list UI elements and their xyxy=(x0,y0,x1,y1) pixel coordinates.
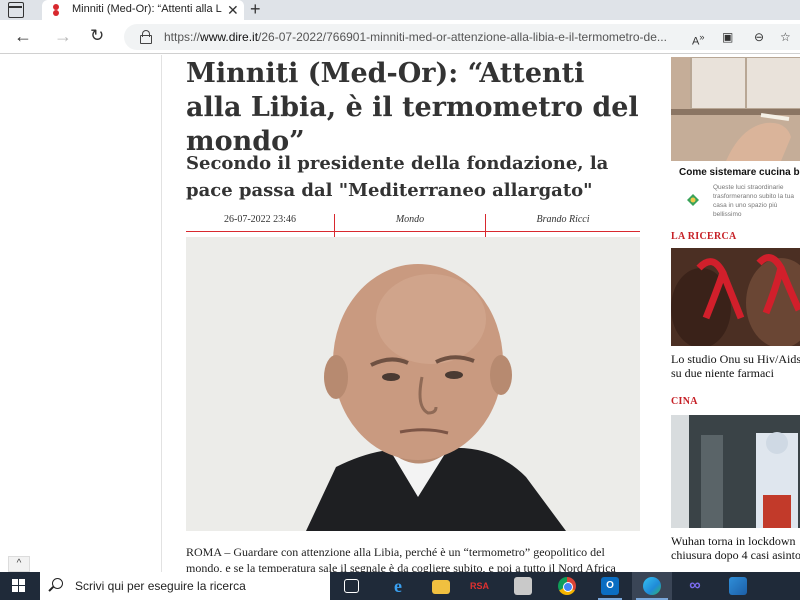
article-date: 26-07-2022 23:46 xyxy=(224,214,296,225)
windows-start-icon[interactable] xyxy=(12,579,26,593)
sidebar-article-title-line: Lo studio Onu su Hiv/Aids xyxy=(671,352,800,366)
article-hero-photo xyxy=(186,237,640,531)
lock-icon[interactable] xyxy=(140,30,152,44)
kitchen-cabinet-illustration xyxy=(671,57,800,161)
article-author[interactable]: Brando Ricci xyxy=(486,214,640,225)
back-arrow-icon[interactable]: ← xyxy=(14,25,32,47)
windows-taskbar: Scrivi qui per eseguire la ricerca e RSA… xyxy=(0,572,800,600)
sidebar-article-title[interactable]: Lo studio Onu su Hiv/Aids su due niente … xyxy=(671,352,800,380)
article-body: ROMA – Guardare con attenzione alla Libi… xyxy=(186,544,640,572)
tab-actions-icon[interactable] xyxy=(8,2,24,18)
forward-arrow-icon[interactable]: → xyxy=(54,25,72,47)
tab-bar: Minniti (Med-Or): “Attenti alla Lil ✕ + xyxy=(0,0,800,20)
windows-logo-pane xyxy=(19,586,25,592)
sidebar-section-label[interactable]: CINA xyxy=(671,396,698,407)
sidebar-article-title-line: su due niente farmaci xyxy=(671,366,774,380)
article-headline: Minniti (Med-Or): “Attenti alla Libia, è… xyxy=(186,58,639,157)
hazmat-workers-illustration xyxy=(671,415,800,528)
search-icon xyxy=(52,578,63,589)
page-column-divider xyxy=(161,55,162,572)
sidebar-article-title-line: chiusura dopo 4 casi asintomatici xyxy=(671,548,800,562)
portrait-illustration xyxy=(186,237,640,531)
windows-logo-pane xyxy=(12,579,18,585)
article-body-line: mondo, e se la temperatura sale il segna… xyxy=(186,561,616,572)
internet-explorer-icon[interactable]: e xyxy=(389,577,407,595)
article-body-line: ROMA – Guardare con attenzione alla Libi… xyxy=(186,545,605,559)
ad-brand-logo-icon xyxy=(687,194,699,206)
chrome-icon[interactable] xyxy=(558,577,576,595)
taskbar-search-placeholder: Scrivi qui per eseguire la ricerca xyxy=(75,579,246,593)
address-bar[interactable]: https://www.dire.it/26-07-2022/766901-mi… xyxy=(124,24,800,50)
rsa-app-icon[interactable]: RSA xyxy=(470,577,494,595)
photos-app-icon[interactable] xyxy=(729,577,747,595)
new-tab-button[interactable]: + xyxy=(250,0,261,18)
ad-text: Queste luci straordinarie trasformeranno… xyxy=(713,184,794,218)
right-sidebar: Come sistemare cucina buia Queste luci s… xyxy=(671,55,800,572)
sidebar-article-title[interactable]: Wuhan torna in lockdown chiusura dopo 4 … xyxy=(671,534,800,562)
tab-title: Minniti (Med-Or): “Attenti alla Lil xyxy=(72,3,222,15)
ad-title[interactable]: Come sistemare cucina buia xyxy=(679,167,800,178)
ad-image[interactable] xyxy=(671,57,800,161)
url-text[interactable]: https://www.dire.it/26-07-2022/766901-mi… xyxy=(164,30,684,44)
loop-app-icon[interactable]: ∞ xyxy=(686,577,704,595)
url-prefix: https:// xyxy=(164,30,201,44)
navigation-bar: ← → ↻ https://www.dire.it/26-07-2022/766… xyxy=(0,20,800,54)
remote-desktop-icon[interactable] xyxy=(514,577,532,595)
article-meta-bar: 26-07-2022 23:46 Mondo Brando Ricci xyxy=(186,208,640,238)
windows-logo-pane xyxy=(19,579,25,585)
file-explorer-icon[interactable] xyxy=(432,580,450,594)
close-tab-icon[interactable]: ✕ xyxy=(227,2,239,18)
taskbar-search-box[interactable]: Scrivi qui per eseguire la ricerca xyxy=(40,572,330,600)
favorites-icon[interactable]: ☆ xyxy=(780,28,791,46)
sidebar-article-image[interactable] xyxy=(671,415,800,528)
sidebar-article-image[interactable] xyxy=(671,248,800,346)
task-view-icon[interactable] xyxy=(344,579,359,593)
immersive-reader-icon[interactable]: ▣ xyxy=(722,28,733,46)
scroll-to-top-button[interactable]: ^ xyxy=(8,556,30,572)
web-page: ^ Minniti (Med-Or): “Attenti alla Libia,… xyxy=(0,55,800,572)
url-path: /26-07-2022/766901-minniti-med-or-attenz… xyxy=(258,30,667,44)
read-aloud-icon[interactable]: A» xyxy=(692,28,704,51)
article-subheadline: Secondo il presidente della fondazione, … xyxy=(186,153,609,201)
url-domain: www.dire.it xyxy=(200,30,259,44)
outlook-icon[interactable]: O xyxy=(601,577,619,595)
zoom-icon[interactable]: ⊖ xyxy=(754,28,764,46)
sidebar-article-title-line: Wuhan torna in lockdown xyxy=(671,534,796,548)
active-tab[interactable]: Minniti (Med-Or): “Attenti alla Lil ✕ xyxy=(42,0,244,20)
windows-logo-pane xyxy=(12,586,18,592)
dire-favicon-icon xyxy=(52,4,60,16)
refresh-icon[interactable]: ↻ xyxy=(90,25,104,47)
article-section-link[interactable]: Mondo xyxy=(335,214,485,225)
edge-icon[interactable] xyxy=(643,577,661,595)
sidebar-section-label[interactable]: LA RICERCA xyxy=(671,231,737,242)
red-ribbon-hands-illustration xyxy=(671,248,800,346)
